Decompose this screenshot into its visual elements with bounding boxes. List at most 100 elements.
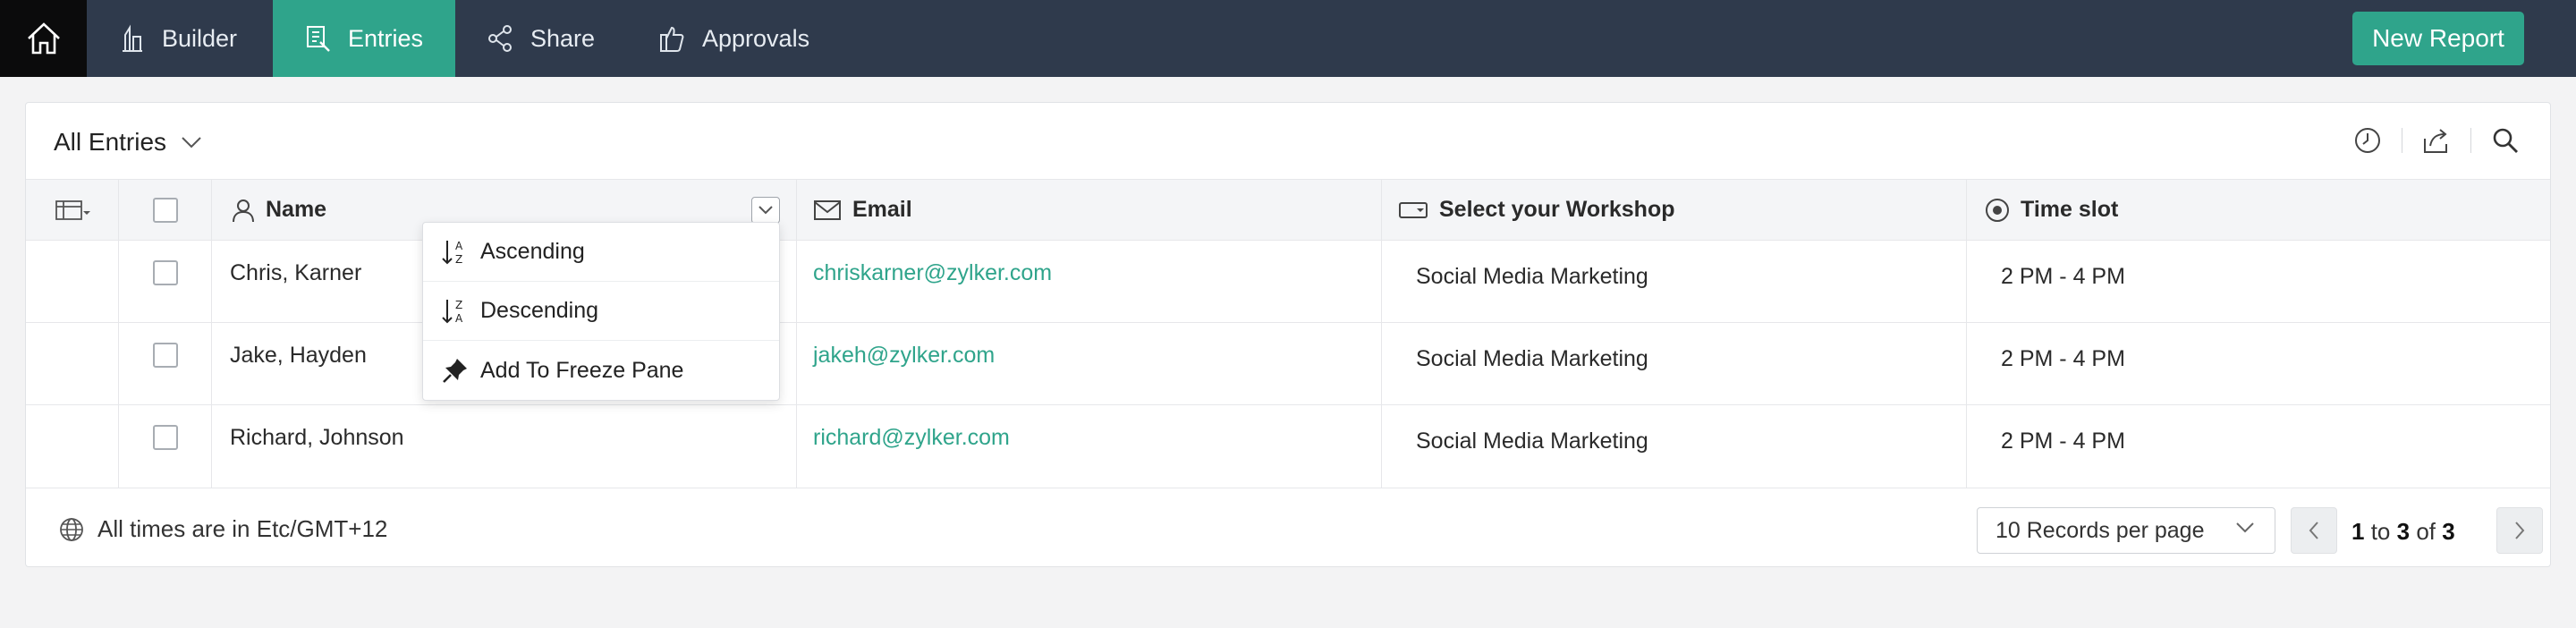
menu-item-label: Ascending: [480, 239, 585, 264]
pin-icon: [443, 359, 467, 383]
search-icon: [2493, 128, 2518, 153]
page-total: 3: [2442, 518, 2455, 545]
cell-time-slot-text: 2 PM - 4 PM: [2001, 346, 2125, 371]
email-link[interactable]: jakeh@zylker.com: [813, 343, 995, 369]
tab-entries[interactable]: Entries: [273, 0, 455, 77]
cell-email: jakeh@zylker.com: [797, 323, 1382, 404]
menu-item-freeze-pane[interactable]: Add To Freeze Pane: [423, 341, 779, 400]
cell-time-slot-text: 2 PM - 4 PM: [2001, 429, 2125, 454]
cell-name-text: Chris, Karner: [230, 260, 362, 285]
table-row[interactable]: Chris, Karner chriskarner@zylker.com Soc…: [26, 241, 2550, 323]
timezone-text: All times are in Etc/GMT+12: [97, 515, 388, 542]
new-report-button[interactable]: New Report: [2352, 12, 2524, 65]
menu-item-ascending[interactable]: AZ Ascending: [423, 223, 779, 282]
row-checkbox[interactable]: [152, 260, 178, 285]
menu-item-descending[interactable]: ZA Descending: [423, 282, 779, 341]
cell-time-slot: 2 PM - 4 PM: [1967, 405, 2550, 488]
cell-workshop-text: Social Media Marketing: [1416, 429, 1648, 454]
svg-text:A: A: [455, 312, 463, 325]
chevron-right-icon: [2515, 522, 2525, 539]
tab-builder-label: Builder: [162, 24, 238, 52]
cell-name-text: Richard, Johnson: [230, 425, 404, 450]
cell-workshop: Social Media Marketing: [1382, 241, 1967, 322]
svg-text:Z: Z: [455, 299, 462, 311]
previous-page-button[interactable]: [2291, 507, 2337, 554]
row-checkbox[interactable]: [152, 425, 178, 450]
next-page-button[interactable]: [2496, 507, 2543, 554]
page-to-word: to: [2370, 518, 2391, 545]
share-icon: [488, 25, 512, 52]
tab-share[interactable]: Share: [455, 0, 638, 77]
chevron-down-icon: [2236, 522, 2254, 533]
column-menu-button[interactable]: [751, 197, 780, 224]
menu-item-label: Add To Freeze Pane: [480, 357, 684, 383]
table-row[interactable]: Jake, Hayden jakeh@zylker.com Social Med…: [26, 323, 2550, 405]
column-header-time-slot[interactable]: Time slot: [1967, 180, 2550, 240]
home-icon: [27, 22, 60, 55]
tab-share-label: Share: [530, 24, 596, 52]
cell-email: richard@zylker.com: [797, 405, 1382, 488]
chevron-left-icon: [2309, 522, 2318, 539]
row-spacer-cell: [26, 323, 119, 404]
select-all-cell: [119, 180, 212, 240]
toolbar-divider: [2470, 128, 2471, 153]
entries-icon: [307, 26, 330, 52]
column-header-label: Select your Workshop: [1439, 197, 1675, 222]
timezone-note: All times are in Etc/GMT+12: [58, 515, 387, 543]
email-link[interactable]: richard@zylker.com: [813, 425, 1010, 451]
select-all-checkbox[interactable]: [152, 197, 178, 223]
page-to: 3: [2396, 518, 2411, 545]
row-spacer-cell: [26, 241, 119, 322]
cell-time-slot: 2 PM - 4 PM: [1967, 241, 2550, 322]
table-row[interactable]: Richard, Johnson richard@zylker.com Soci…: [26, 405, 2550, 488]
cell-time-slot-text: 2 PM - 4 PM: [2001, 264, 2125, 289]
tab-approvals[interactable]: Approvals: [638, 0, 852, 77]
cell-workshop: Social Media Marketing: [1382, 405, 1967, 488]
records-per-page-select[interactable]: 10 Records per page: [1977, 507, 2275, 554]
svg-text:A: A: [455, 240, 463, 252]
page-from: 1: [2351, 518, 2365, 545]
cell-time-slot: 2 PM - 4 PM: [1967, 323, 2550, 404]
column-settings-cell[interactable]: [26, 180, 119, 240]
row-spacer-cell: [26, 405, 119, 488]
history-button[interactable]: [2348, 123, 2387, 158]
row-select-cell: [119, 323, 212, 404]
search-button[interactable]: [2486, 123, 2525, 158]
dropdown-field-icon: [1399, 201, 1428, 218]
menu-item-label: Descending: [480, 298, 599, 323]
row-select-cell: [119, 241, 212, 322]
pagination-info: 1 to 3 of 3: [2351, 518, 2455, 546]
envelope-icon: [814, 199, 841, 220]
row-checkbox[interactable]: [152, 343, 178, 368]
tab-approvals-label: Approvals: [702, 24, 810, 52]
column-header-label: Time slot: [2021, 197, 2119, 222]
cell-name-text: Jake, Hayden: [230, 343, 367, 368]
column-header-label: Name: [266, 197, 327, 222]
radio-icon: [1986, 198, 2009, 222]
home-button[interactable]: [0, 0, 87, 77]
report-toolbar: [2348, 123, 2550, 158]
cell-email: chriskarner@zylker.com: [797, 241, 1382, 322]
report-view-selector[interactable]: All Entries: [54, 128, 202, 157]
top-nav-bar: Builder Entries Share Approvals New Repo…: [0, 0, 2576, 77]
chevron-down-icon: [182, 137, 201, 149]
svg-text:Z: Z: [455, 253, 462, 266]
tab-builder[interactable]: Builder: [87, 0, 269, 77]
globe-icon: [60, 517, 83, 541]
column-settings-icon: [55, 199, 90, 220]
report-card: All Entries Name Email Select your Works…: [25, 102, 2551, 567]
sort-ascending-icon: AZ: [442, 240, 463, 266]
clock-icon: [2355, 128, 2380, 153]
builder-icon: [123, 24, 142, 52]
column-sort-menu: AZ Ascending ZA Descending Add To Freeze…: [422, 222, 780, 401]
person-icon: [233, 199, 254, 222]
column-header-email[interactable]: Email: [797, 180, 1382, 240]
email-link[interactable]: chriskarner@zylker.com: [813, 260, 1052, 286]
column-header-workshop[interactable]: Select your Workshop: [1382, 180, 1967, 240]
export-button[interactable]: [2417, 123, 2456, 158]
table-footer: All times are in Etc/GMT+12 10 Records p…: [26, 488, 2550, 568]
page-of-word: of: [2416, 518, 2436, 545]
chevron-down-icon: [758, 206, 773, 215]
cell-workshop-text: Social Media Marketing: [1416, 346, 1648, 371]
records-per-page-value: 10 Records per page: [1996, 517, 2205, 543]
